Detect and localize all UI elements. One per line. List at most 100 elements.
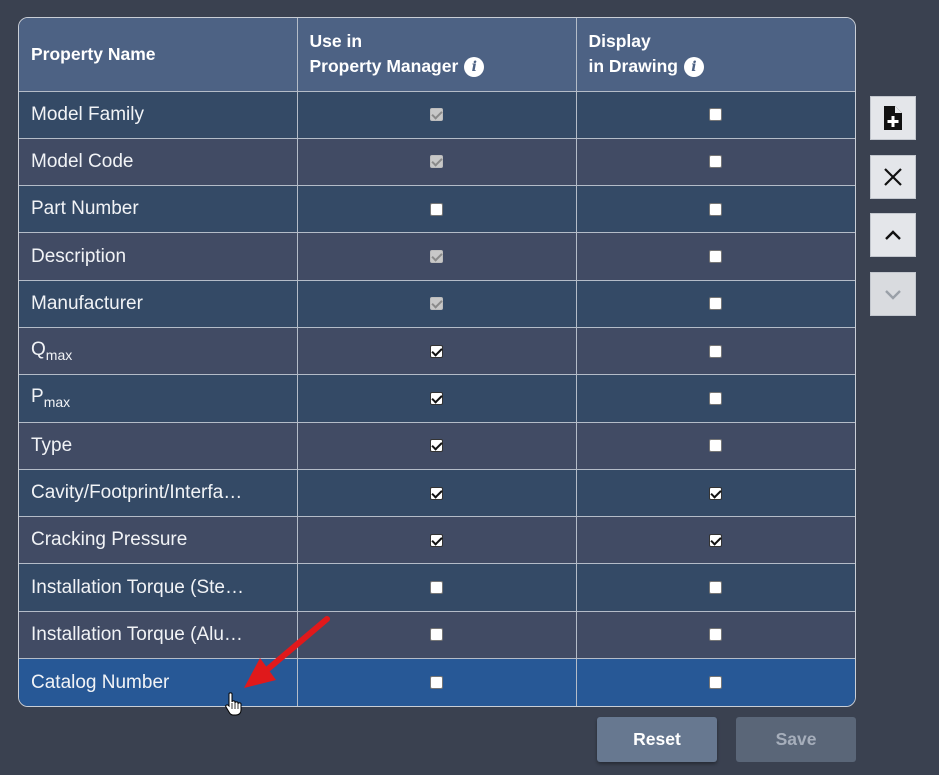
properties-table: Property Name Use in Property Manager i D… — [19, 18, 855, 706]
use-in-property-manager-checkbox[interactable] — [430, 202, 443, 216]
use-in-property-manager-cell — [297, 469, 577, 518]
property-name-cell[interactable]: Pmax — [19, 374, 298, 423]
property-name-cell[interactable]: Cracking Pressure — [19, 516, 298, 565]
property-name-cell[interactable]: Description — [19, 232, 298, 281]
display-in-drawing-checkbox[interactable] — [709, 155, 723, 169]
table-row[interactable]: Manufacturer — [19, 280, 855, 328]
use-in-property-manager-cell — [297, 422, 577, 470]
use-in-property-manager-checkbox[interactable] — [430, 628, 443, 642]
property-name-cell[interactable]: Type — [19, 422, 298, 470]
display-in-drawing-checkbox[interactable] — [709, 439, 723, 453]
file-plus-icon — [884, 106, 902, 130]
property-name-qmax: Q — [31, 339, 46, 361]
property-name-description: Description — [31, 245, 127, 267]
display-in-drawing-checkbox[interactable] — [709, 391, 723, 405]
chevron-up-icon — [885, 230, 901, 240]
display-in-drawing-cell — [576, 138, 855, 187]
property-name-catalog-number: Catalog Number — [31, 671, 170, 693]
table-header-row: Property Name Use in Property Manager i D… — [19, 18, 855, 92]
property-name-cell[interactable]: Model Family — [19, 91, 298, 139]
property-name-cell[interactable]: Installation Torque (Alu… — [19, 611, 298, 660]
display-in-drawing-cell — [576, 185, 855, 234]
table-row[interactable]: Pmax — [19, 374, 855, 423]
display-in-drawing-checkbox[interactable] — [709, 486, 723, 500]
use-in-property-manager-checkbox[interactable] — [430, 676, 443, 690]
move-down-button[interactable] — [870, 272, 916, 316]
save-button[interactable]: Save — [736, 717, 856, 762]
table-row[interactable]: Installation Torque (Ste… — [19, 563, 855, 612]
use-in-property-manager-cell — [297, 91, 577, 139]
use-in-property-manager-checkbox[interactable] — [430, 533, 443, 547]
table-row[interactable]: Part Number — [19, 185, 855, 234]
display-in-drawing-cell — [576, 91, 855, 139]
table-row[interactable]: Cavity/Footprint/Interfa… — [19, 469, 855, 518]
property-name-cell[interactable]: Model Code — [19, 138, 298, 187]
use-in-property-manager-cell — [297, 516, 577, 565]
info-icon[interactable]: i — [464, 57, 485, 78]
use-in-property-manager-checkbox[interactable] — [430, 581, 443, 595]
property-name-model-family: Model Family — [31, 103, 144, 125]
table-row[interactable]: Description — [19, 232, 855, 281]
display-in-drawing-cell — [576, 469, 855, 518]
use-in-property-manager-checkbox[interactable] — [430, 391, 443, 405]
property-name-cell[interactable]: Installation Torque (Ste… — [19, 563, 298, 612]
use-in-property-manager-checkbox[interactable] — [430, 439, 443, 453]
display-in-drawing-checkbox[interactable] — [709, 628, 723, 642]
move-up-button[interactable] — [870, 213, 916, 257]
property-name-cell[interactable]: Cavity/Footprint/Interfa… — [19, 469, 298, 518]
use-in-property-manager-cell — [297, 327, 577, 376]
property-name-type: Type — [31, 434, 73, 456]
display-in-drawing-checkbox[interactable] — [709, 581, 723, 595]
use-in-property-manager-cell — [297, 280, 577, 328]
table-row[interactable]: Catalog Number — [19, 658, 855, 706]
display-in-drawing-checkbox[interactable] — [709, 344, 723, 358]
use-in-property-manager-cell — [297, 138, 577, 187]
property-name-installation-torque-alu: Installation Torque (Alu… — [31, 623, 243, 645]
property-name-model-code: Model Code — [31, 150, 134, 172]
property-name-manufacturer: Manufacturer — [31, 292, 143, 314]
use-in-property-manager-checkbox[interactable] — [430, 344, 443, 358]
use-in-property-manager-cell — [297, 563, 577, 612]
display-in-drawing-cell — [576, 659, 855, 706]
table-row[interactable]: Model Code — [19, 138, 855, 187]
delete-property-button[interactable] — [870, 155, 916, 199]
table-row[interactable]: Installation Torque (Alu… — [19, 611, 855, 660]
use-in-property-manager-checkbox[interactable] — [430, 486, 443, 500]
property-name-subscript: max — [45, 347, 73, 364]
property-name-part-number: Part Number — [31, 198, 139, 220]
use-in-property-manager-cell — [297, 185, 577, 234]
display-in-drawing-checkbox[interactable] — [709, 297, 723, 311]
display-in-drawing-checkbox[interactable] — [709, 202, 723, 216]
properties-table-container: Property Name Use in Property Manager i D… — [18, 17, 856, 707]
close-icon — [884, 168, 902, 186]
table-row[interactable]: Type — [19, 422, 855, 470]
display-in-drawing-cell — [576, 516, 855, 565]
display-in-drawing-checkbox[interactable] — [709, 676, 723, 690]
use-in-property-manager-checkbox — [430, 297, 443, 311]
property-name-installation-torque-ste: Installation Torque (Ste… — [31, 576, 244, 598]
use-in-property-manager-cell — [297, 374, 577, 423]
header-property-name-label: Property Name — [31, 43, 156, 64]
table-row[interactable]: Cracking Pressure — [19, 516, 855, 565]
display-in-drawing-checkbox[interactable] — [709, 250, 723, 264]
property-name-cell[interactable]: Manufacturer — [19, 280, 298, 328]
display-in-drawing-cell — [576, 563, 855, 612]
header-use-in-line1: Use in — [309, 31, 363, 52]
property-name-subscript: max — [43, 394, 71, 411]
property-name-cell[interactable]: Catalog Number — [19, 658, 298, 706]
table-row[interactable]: Qmax — [19, 327, 855, 376]
table-row[interactable]: Model Family — [19, 91, 855, 139]
property-name-cell[interactable]: Part Number — [19, 185, 298, 234]
info-icon[interactable]: i — [683, 57, 704, 78]
reset-button[interactable]: Reset — [597, 717, 717, 762]
display-in-drawing-cell — [576, 611, 855, 660]
header-use-in-line2: Property Manager — [309, 56, 459, 77]
display-in-drawing-checkbox[interactable] — [709, 108, 723, 122]
display-in-drawing-checkbox[interactable] — [709, 533, 723, 547]
property-name-cavity-footprint-interfa: Cavity/Footprint/Interfa… — [31, 482, 243, 504]
property-name-pmax: P — [31, 386, 44, 408]
display-in-drawing-cell — [576, 374, 855, 423]
header-display-line2: in Drawing — [588, 56, 678, 77]
property-name-cell[interactable]: Qmax — [19, 327, 298, 376]
add-property-button[interactable] — [870, 96, 916, 140]
